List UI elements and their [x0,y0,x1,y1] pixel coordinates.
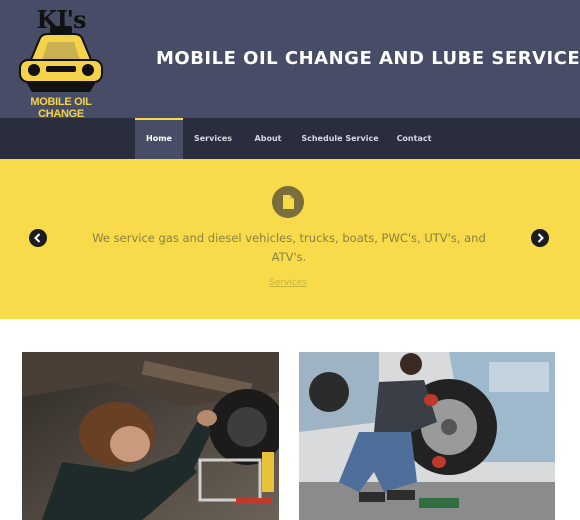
chevron-left-icon [34,233,41,243]
site-logo[interactable]: KJ's MOBILE OIL CHANGE [12,4,110,120]
slider-prev-button[interactable] [29,229,47,247]
logo-subtitle: MOBILE OIL CHANGE [30,96,92,120]
hero-services-link[interactable]: Services [260,278,316,288]
slider-next-button[interactable] [531,229,549,247]
main-nav: Home Services About Schedule Service Con… [0,118,580,159]
nav-item-contact[interactable]: Contact [392,118,436,159]
site-header: KJ's MOBILE OIL CHANGE MOBILE OIL CHANGE… [0,0,580,120]
mechanic-under-car-photo [22,352,279,520]
logo-title: KJ's [36,5,86,34]
nav-item-home[interactable]: Home [135,118,183,159]
nav-item-schedule-service[interactable]: Schedule Service [300,118,380,159]
site-title: MOBILE OIL CHANGE AND LUBE SERVICES [156,48,580,69]
chevron-right-icon [537,233,544,243]
document-icon [272,186,304,218]
hero-slider: We service gas and diesel vehicles, truc… [0,159,580,319]
hero-text: We service gas and diesel vehicles, truc… [92,231,486,264]
mechanic-changing-tire-photo [299,352,555,520]
nav-item-about[interactable]: About [247,118,289,159]
nav-item-services[interactable]: Services [188,118,238,159]
